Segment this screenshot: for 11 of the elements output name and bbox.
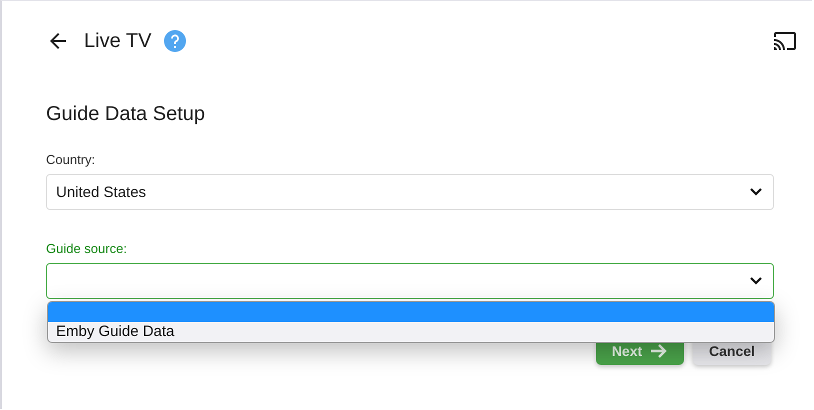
field-label: Country: <box>46 152 96 167</box>
chevron-icon <box>749 276 763 286</box>
guide-source-select[interactable] <box>46 263 774 299</box>
section-heading: Guide Data Setup <box>46 103 206 126</box>
country-select[interactable]: United States <box>46 174 774 210</box>
arrow-right-icon <box>650 343 668 359</box>
help-icon[interactable] <box>163 29 188 53</box>
chevron-icon <box>749 187 763 197</box>
page-title: Live TV <box>84 30 152 52</box>
field-label: Guide source: <box>46 241 127 256</box>
cast-icon[interactable] <box>772 29 798 53</box>
